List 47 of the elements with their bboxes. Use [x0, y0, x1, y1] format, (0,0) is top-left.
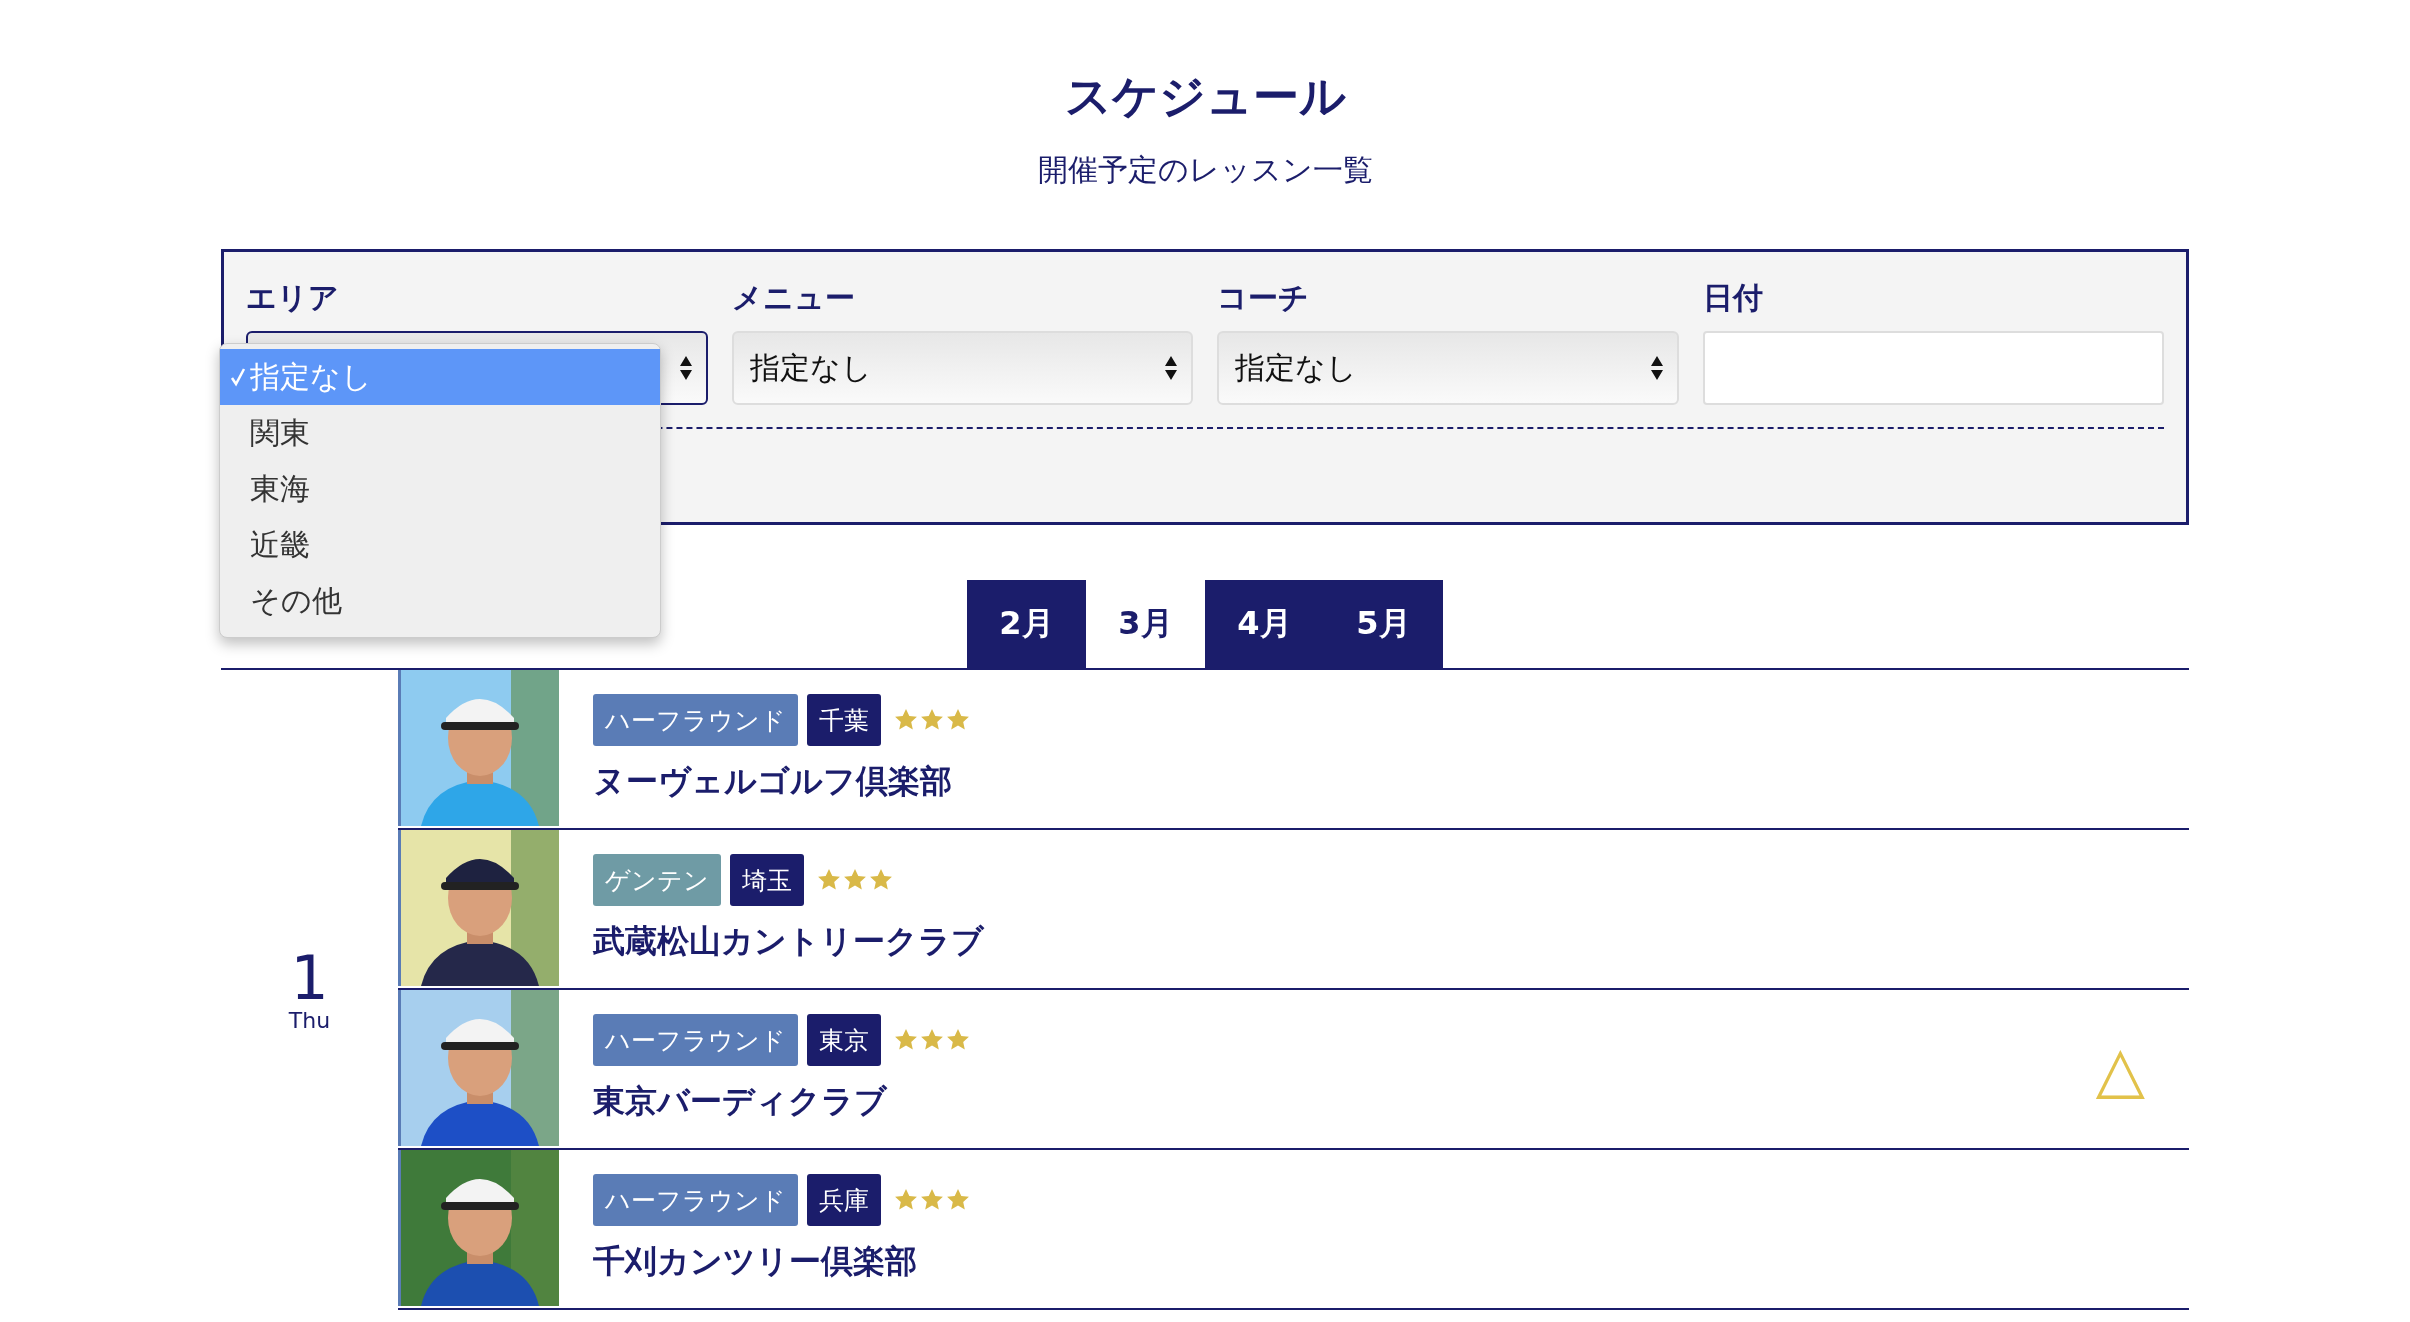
area-tag: 埼玉 — [730, 854, 804, 906]
course-name[interactable]: 武蔵松山カントリークラブ — [593, 920, 2189, 964]
star-icon — [894, 1028, 918, 1052]
course-name[interactable]: 東京バーディクラブ — [593, 1080, 2096, 1124]
check-icon — [230, 366, 246, 388]
menu-tag: ゲンテン — [593, 854, 721, 906]
dropdown-option[interactable]: 近畿 — [220, 517, 660, 573]
select-arrows-icon — [679, 356, 692, 380]
filter-label: 日付 — [1702, 279, 1764, 317]
select-arrows-icon — [1165, 356, 1177, 380]
month-tab[interactable]: 2月 — [967, 580, 1086, 668]
month-tab[interactable]: 5月 — [1324, 580, 1443, 668]
star-icon — [869, 868, 893, 892]
select-arrows-icon — [1650, 356, 1663, 380]
filter-label: コーチ — [1217, 279, 1310, 317]
star-icon — [920, 1028, 944, 1052]
select-field[interactable]: 指定なし — [1217, 331, 1679, 405]
filter-label: エリア — [246, 279, 340, 317]
star-icon — [920, 1188, 944, 1212]
star-icon — [843, 868, 867, 892]
menu-tag: ハーフラウンド — [593, 1014, 798, 1066]
course-name[interactable]: ヌーヴェルゴルフ倶楽部 — [593, 760, 2189, 804]
star-icon — [894, 708, 918, 732]
star-icon — [946, 1028, 970, 1052]
day-number: 1 — [290, 947, 329, 1008]
star-icon — [946, 708, 970, 732]
page-subtitle: 開催予定のレッスン一覧 — [1036, 151, 1374, 189]
area-tag: 千葉 — [807, 694, 881, 746]
menu-tag: ハーフラウンド — [593, 694, 798, 746]
area-tag: 兵庫 — [807, 1174, 881, 1226]
select-field[interactable]: 指定なし — [731, 331, 1193, 405]
availability-status: △ — [2095, 1032, 2145, 1106]
star-icon — [946, 1188, 970, 1212]
course-name[interactable]: 千刈カンツリー倶楽部 — [593, 1240, 2189, 1284]
menu-tag: ハーフラウンド — [593, 1174, 798, 1226]
star-icon — [920, 708, 944, 732]
area-tag: 東京 — [807, 1014, 881, 1066]
filter-label: メニュー — [731, 279, 856, 317]
star-icon — [894, 1188, 918, 1212]
month-tab[interactable]: 4月 — [1205, 580, 1324, 668]
star-icon — [817, 868, 841, 892]
dropdown-option[interactable]: その他 — [220, 573, 660, 629]
dropdown-option[interactable]: 関東 — [220, 405, 660, 461]
weekday: Thu — [288, 1007, 331, 1033]
date-field[interactable] — [1702, 331, 2164, 405]
dropdown-option[interactable]: 東海 — [220, 461, 660, 517]
page-title: スケジュール — [1063, 68, 1347, 125]
